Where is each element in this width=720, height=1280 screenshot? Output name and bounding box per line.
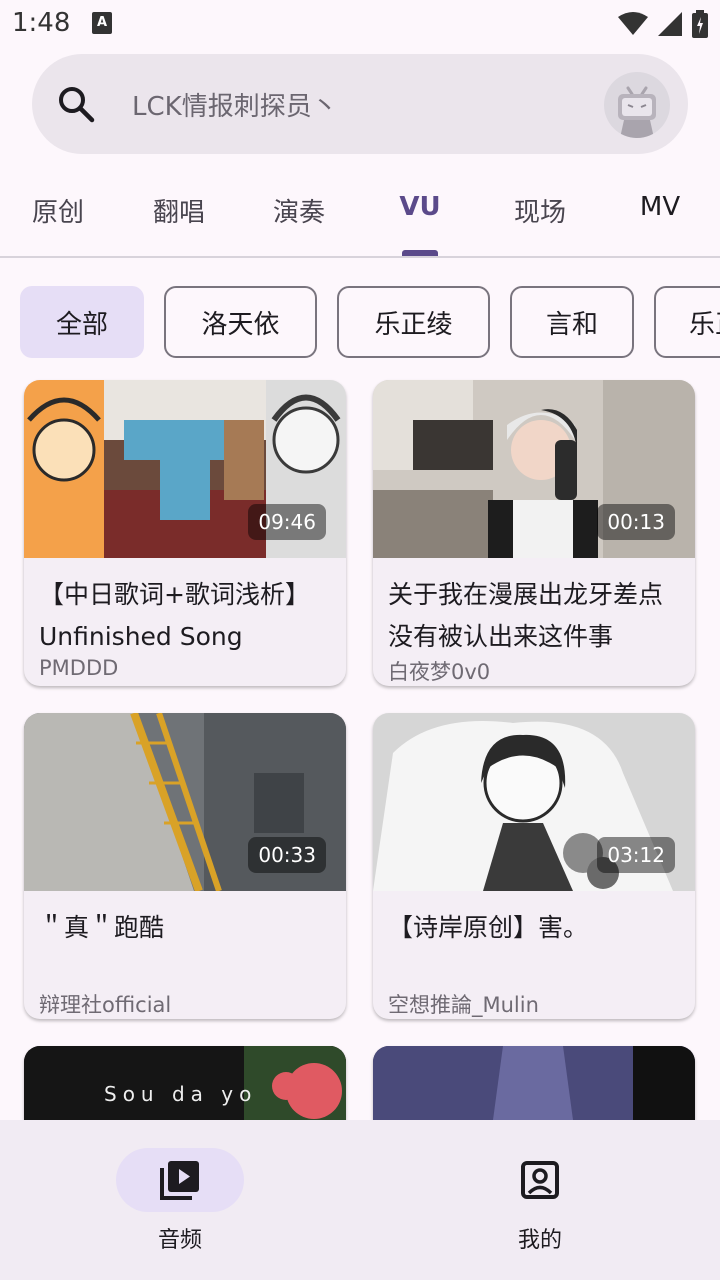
video-duration: 03:12 — [597, 837, 675, 873]
video-card[interactable] — [373, 1046, 695, 1120]
chip-luo-tianyi[interactable]: 洛天依 — [164, 286, 317, 358]
wifi-icon — [618, 12, 648, 35]
video-card[interactable]: 03:12 【诗岸原创】害。 空想推論_Mulin — [373, 713, 695, 1019]
nav-audio[interactable]: 音频 — [90, 1148, 270, 1254]
signal-icon — [658, 12, 682, 36]
video-duration: 00:33 — [248, 837, 326, 873]
status-icons — [618, 10, 708, 38]
chip-all[interactable]: 全部 — [20, 286, 144, 358]
tab-cover[interactable]: 翻唱 — [153, 192, 205, 229]
tab-original[interactable]: 原创 — [32, 192, 84, 229]
video-card[interactable]: 00:13 关于我在漫展出龙牙差点没有被认出来这件事 白夜梦0v0 — [373, 380, 695, 686]
video-duration: 00:13 — [597, 504, 675, 540]
chip-yuezheng-ling[interactable]: 乐正绫 — [337, 286, 490, 358]
video-thumbnail — [373, 1046, 695, 1120]
video-duration: 09:46 — [248, 504, 326, 540]
video-library-icon — [160, 1161, 199, 1200]
video-card[interactable]: 09:46 【中日歌词+歌词浅析】Unfinished Song PMDDD — [24, 380, 346, 686]
battery-icon — [692, 10, 708, 38]
video-title: 【诗岸原创】害。 — [388, 913, 589, 942]
nav-indicator — [476, 1148, 604, 1212]
partial-card-caption: Sou da yo — [104, 1082, 258, 1106]
nav-indicator — [116, 1148, 244, 1212]
video-card[interactable]: Sou da yo — [24, 1046, 346, 1120]
bilibili-tv-icon — [618, 86, 656, 138]
chip-yuezheng-longya[interactable]: 乐正龙牙 — [654, 286, 720, 358]
notification-icon: A — [92, 12, 112, 34]
video-title: 关于我在漫展出龙牙差点没有被认出来这件事 — [388, 580, 664, 651]
video-author: 空想推論_Mulin — [388, 993, 539, 1017]
status-time: 1:48 — [12, 8, 71, 38]
nav-mine[interactable]: 我的 — [450, 1148, 630, 1254]
search-icon[interactable] — [54, 82, 98, 126]
filter-chips: 全部 洛天依 乐正绫 言和 乐正龙牙 — [0, 286, 720, 362]
tab-indicator — [402, 250, 438, 256]
nav-label: 我的 — [517, 1228, 562, 1253]
video-title: 【中日歌词+歌词浅析】Unfinished Song — [39, 580, 310, 651]
bottom-navigation: 音频 我的 — [0, 1120, 720, 1280]
video-author: PMDDD — [39, 656, 119, 680]
chip-yanhe[interactable]: 言和 — [510, 286, 634, 358]
video-author: 辩理社official — [39, 993, 172, 1017]
video-author: 白夜梦0v0 — [388, 660, 491, 684]
status-bar: 1:48 A — [0, 0, 720, 50]
nav-label: 音频 — [157, 1228, 202, 1253]
avatar[interactable] — [604, 72, 670, 138]
tab-mv[interactable]: MV — [600, 192, 720, 222]
search-input[interactable]: LCK情报刺探员丶 — [132, 86, 338, 123]
tab-performance[interactable]: 演奏 — [273, 192, 325, 229]
category-tabs: 原创 翻唱 演奏 VU 现场 MV — [0, 170, 720, 258]
video-card[interactable]: 00:33 ＂真＂跑酷 辩理社official — [24, 713, 346, 1019]
search-bar[interactable]: LCK情报刺探员丶 — [32, 54, 688, 154]
video-title: ＂真＂跑酷 — [39, 913, 165, 942]
tab-vu[interactable]: VU — [360, 192, 480, 222]
tab-live[interactable]: 现场 — [514, 192, 566, 229]
account-box-icon — [521, 1161, 559, 1199]
